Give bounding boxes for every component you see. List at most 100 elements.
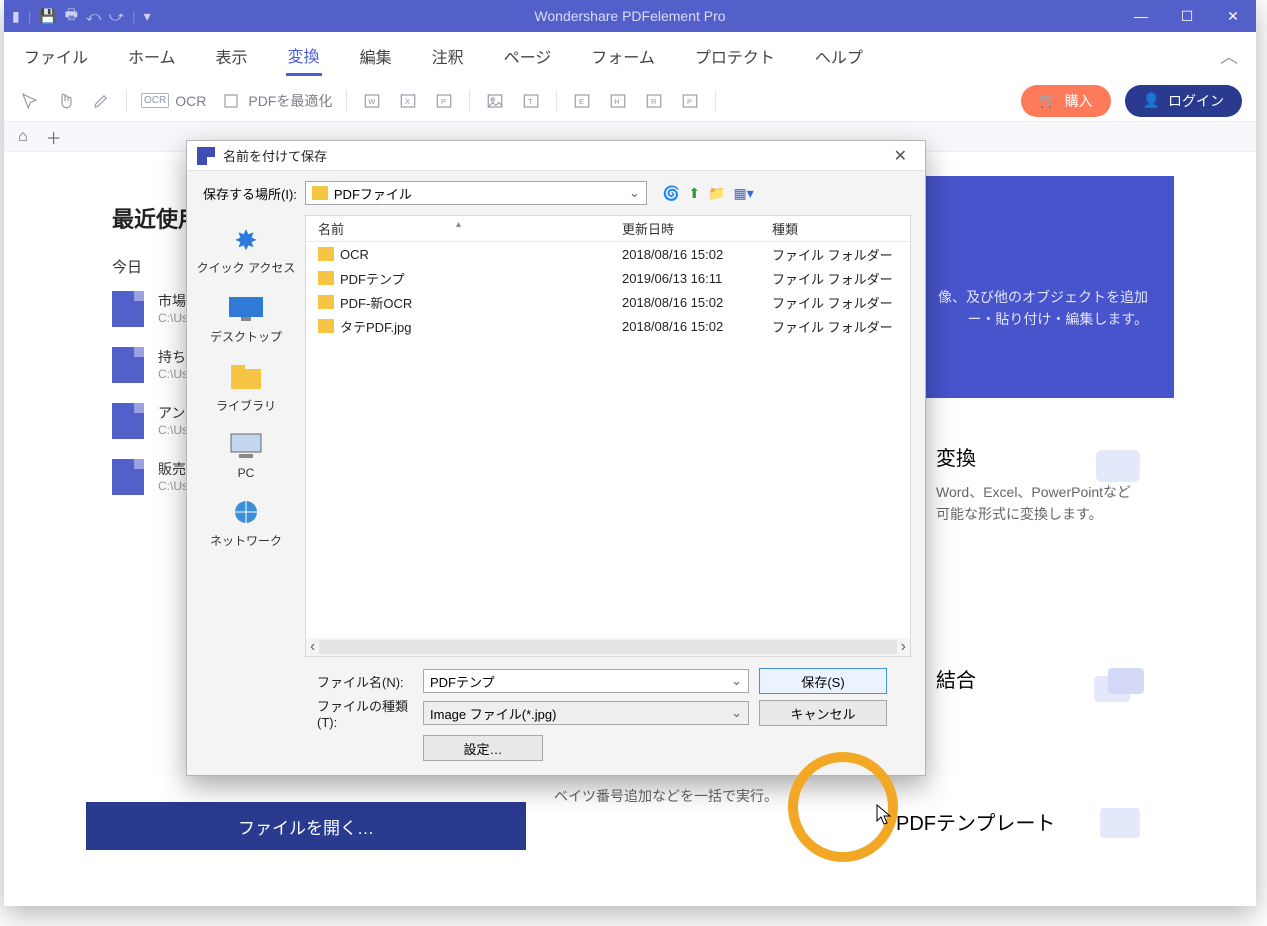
undo-icon[interactable]: ⤺ bbox=[86, 8, 101, 25]
redo-icon[interactable]: ⤻ bbox=[109, 8, 124, 25]
file-row[interactable]: PDF-新OCR2018/08/16 15:02ファイル フォルダー bbox=[306, 290, 910, 314]
filename-input[interactable]: PDFテンプ⌄ bbox=[423, 669, 749, 693]
titlebar: ▮ | 💾 🖶 ⤺ ⤻ | ▾ Wondershare PDFelement P… bbox=[4, 0, 1256, 32]
svg-text:X: X bbox=[405, 97, 410, 106]
settings-button[interactable]: 設定… bbox=[423, 735, 543, 761]
menu-home[interactable]: ホーム bbox=[126, 38, 178, 74]
view-menu-icon[interactable]: ▦▾ bbox=[734, 185, 754, 202]
folder-icon bbox=[318, 319, 334, 333]
minimize-button[interactable]: — bbox=[1118, 0, 1164, 32]
new-folder-icon[interactable]: 📁 bbox=[708, 185, 725, 202]
ocr-button[interactable]: OCROCR bbox=[141, 93, 206, 109]
user-icon: 👤 bbox=[1143, 92, 1160, 109]
scroll-left-icon[interactable]: ‹ bbox=[310, 638, 315, 656]
network-icon bbox=[227, 498, 265, 528]
menu-help[interactable]: ヘルプ bbox=[813, 38, 865, 74]
menu-edit[interactable]: 編集 bbox=[358, 38, 394, 74]
file-row[interactable]: OCR2018/08/16 15:02ファイル フォルダー bbox=[306, 242, 910, 266]
dialog-titlebar: 名前を付けて保存 ✕ bbox=[187, 141, 925, 171]
maximize-button[interactable]: ☐ bbox=[1164, 0, 1210, 32]
chevron-down-icon: ⌄ bbox=[629, 185, 640, 201]
column-name[interactable]: 名前 bbox=[306, 219, 622, 238]
to-ppt-icon[interactable]: P bbox=[433, 90, 455, 112]
save-as-dialog: 名前を付けて保存 ✕ 保存する場所(I): PDFファイル ⌄ 🌀 ⬆ 📁 ▦▾ bbox=[186, 140, 926, 776]
nav-back-icon[interactable]: 🌀 bbox=[663, 185, 680, 202]
horizontal-scrollbar[interactable]: ‹› bbox=[306, 638, 910, 656]
filetype-label: ファイルの種類(T): bbox=[317, 696, 413, 730]
nav-up-icon[interactable]: ⬆ bbox=[688, 185, 700, 202]
libraries-icon bbox=[227, 363, 265, 393]
to-epub-icon[interactable]: E bbox=[571, 90, 593, 112]
close-button[interactable]: ✕ bbox=[1210, 0, 1256, 32]
cart-icon: 🛒 bbox=[1039, 92, 1056, 109]
buy-button[interactable]: 🛒 購入 bbox=[1021, 85, 1110, 117]
menu-page[interactable]: ページ bbox=[502, 38, 554, 74]
pdf-file-icon bbox=[112, 403, 144, 439]
pointer-tool-icon[interactable] bbox=[18, 90, 40, 112]
menu-convert[interactable]: 変換 bbox=[286, 37, 322, 76]
column-type[interactable]: 種類 bbox=[772, 219, 910, 238]
filetype-dropdown[interactable]: Image ファイル(*.jpg)⌄ bbox=[423, 701, 749, 725]
menu-overflow-icon[interactable]: ︿ bbox=[1220, 43, 1238, 69]
scroll-right-icon[interactable]: › bbox=[901, 638, 906, 656]
dialog-close-button[interactable]: ✕ bbox=[886, 144, 915, 168]
login-button[interactable]: 👤 ログイン bbox=[1125, 85, 1242, 117]
to-html-icon[interactable]: H bbox=[607, 90, 629, 112]
open-file-button[interactable]: ファイルを開く… bbox=[86, 802, 526, 850]
pdf-file-icon bbox=[112, 291, 144, 327]
to-word-icon[interactable]: W bbox=[361, 90, 383, 112]
bates-description: ベイツ番号追加などを一括で実行。 bbox=[554, 786, 778, 806]
desktop-icon bbox=[227, 294, 265, 324]
column-date[interactable]: 更新日時 bbox=[622, 219, 772, 238]
save-button[interactable]: 保存(S) bbox=[759, 668, 887, 694]
menu-protect[interactable]: プロテクト bbox=[693, 38, 777, 74]
app-window: ▮ | 💾 🖶 ⤺ ⤻ | ▾ Wondershare PDFelement P… bbox=[4, 0, 1256, 906]
pc-icon bbox=[227, 432, 265, 462]
to-text-icon[interactable]: T bbox=[520, 90, 542, 112]
to-pdfa-icon[interactable]: P bbox=[679, 90, 701, 112]
convert-card-icon bbox=[1090, 442, 1152, 490]
quick-access-icon: ✸ bbox=[227, 225, 265, 255]
menubar: ファイル ホーム 表示 変換 編集 注釈 ページ フォーム プロテクト ヘルプ … bbox=[4, 32, 1256, 80]
dialog-title: 名前を付けて保存 bbox=[223, 146, 327, 165]
place-libraries[interactable]: ライブラリ bbox=[216, 363, 276, 414]
save-in-label: 保存する場所(I): bbox=[203, 184, 297, 203]
save-icon[interactable]: 💾 bbox=[39, 8, 56, 25]
folder-icon bbox=[318, 271, 334, 285]
to-image-icon[interactable] bbox=[484, 90, 506, 112]
svg-text:E: E bbox=[579, 97, 584, 106]
svg-text:P: P bbox=[441, 97, 446, 106]
menu-file[interactable]: ファイル bbox=[22, 38, 90, 74]
location-dropdown[interactable]: PDFファイル ⌄ bbox=[305, 181, 647, 205]
combine-card-icon bbox=[1090, 664, 1152, 712]
place-desktop[interactable]: デスクトップ bbox=[210, 294, 282, 345]
file-row[interactable]: タテPDF.jpg2018/08/16 15:02ファイル フォルダー bbox=[306, 314, 910, 338]
print-icon[interactable]: 🖶 bbox=[65, 4, 78, 28]
menu-form[interactable]: フォーム bbox=[589, 38, 657, 74]
dialog-app-icon bbox=[197, 147, 215, 165]
folder-icon bbox=[318, 295, 334, 309]
optimize-button[interactable]: PDFを最適化 bbox=[220, 90, 332, 112]
to-excel-icon[interactable]: X bbox=[397, 90, 419, 112]
place-quick-access[interactable]: ✸クイック アクセス bbox=[197, 225, 296, 276]
folder-icon bbox=[318, 247, 334, 261]
place-network[interactable]: ネットワーク bbox=[210, 498, 282, 549]
menu-annotate[interactable]: 注釈 bbox=[430, 38, 466, 74]
new-tab-button[interactable]: ＋ bbox=[46, 125, 62, 149]
to-rtf-icon[interactable]: R bbox=[643, 90, 665, 112]
file-list[interactable]: 名前 ▴ 更新日時 種類 OCR2018/08/16 15:02ファイル フォル… bbox=[305, 215, 911, 657]
hand-tool-icon[interactable] bbox=[54, 90, 76, 112]
place-pc[interactable]: PC bbox=[227, 432, 265, 480]
cancel-button[interactable]: キャンセル bbox=[759, 700, 887, 726]
edit-tool-icon[interactable] bbox=[90, 90, 112, 112]
file-row[interactable]: PDFテンプ2019/06/13 16:11ファイル フォルダー bbox=[306, 266, 910, 290]
svg-text:H: H bbox=[615, 97, 620, 106]
pdf-file-icon bbox=[112, 459, 144, 495]
chevron-down-icon: ⌄ bbox=[731, 705, 742, 721]
file-list-header[interactable]: 名前 ▴ 更新日時 種類 bbox=[306, 216, 910, 242]
dropdown-icon[interactable]: ▾ bbox=[144, 8, 151, 25]
menu-view[interactable]: 表示 bbox=[214, 38, 250, 74]
svg-text:P: P bbox=[687, 97, 692, 106]
home-tab-icon[interactable]: ⌂ bbox=[18, 128, 28, 146]
card-template[interactable]: PDFテンプレート bbox=[870, 786, 1174, 856]
